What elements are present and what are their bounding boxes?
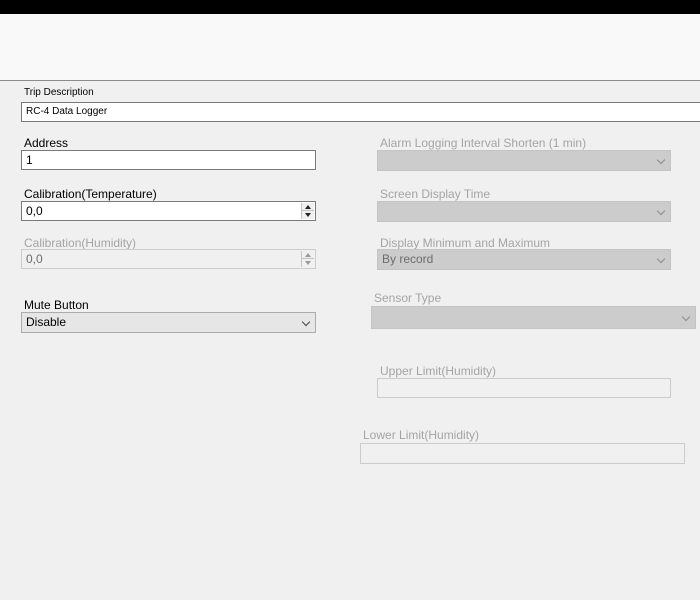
address-input[interactable]: 1 — [21, 150, 316, 170]
spin-down-icon — [302, 259, 314, 267]
header-area — [0, 14, 700, 81]
lower-limit-humidity-input — [360, 443, 685, 464]
calibration-humidity-label: Calibration(Humidity) — [24, 236, 137, 250]
chevron-down-icon — [656, 254, 666, 263]
display-min-max-value: By record — [382, 252, 434, 266]
mute-button-selected-value: Disable — [26, 315, 67, 329]
spin-up-icon — [302, 251, 314, 259]
sensor-type-select — [371, 306, 696, 329]
spin-down-icon[interactable] — [302, 211, 314, 219]
window-title-bar — [0, 0, 700, 14]
chevron-down-icon — [681, 312, 691, 321]
display-min-max-select: By record — [377, 249, 671, 270]
upper-limit-humidity-input — [377, 378, 671, 398]
alarm-logging-interval-select — [377, 150, 671, 171]
screen-display-time-label: Screen Display Time — [380, 187, 491, 201]
chevron-down-icon — [656, 206, 666, 215]
calibration-humidity-stepper: 0,0 — [21, 249, 316, 269]
calibration-temperature-spinner — [301, 203, 314, 219]
upper-limit-humidity-label: Upper Limit(Humidity) — [380, 364, 497, 378]
calibration-temperature-label: Calibration(Temperature) — [24, 187, 157, 201]
address-label: Address — [24, 136, 69, 150]
chevron-down-icon — [301, 317, 311, 326]
calibration-temperature-stepper[interactable]: 0,0 — [21, 201, 316, 221]
lower-limit-humidity-label: Lower Limit(Humidity) — [363, 428, 480, 442]
trip-description-input[interactable]: RC-4 Data Logger — [21, 102, 700, 122]
mute-button-label: Mute Button — [24, 298, 89, 312]
display-min-max-label: Display Minimum and Maximum — [380, 236, 551, 250]
trip-description-label: Trip Description — [24, 87, 94, 98]
calibration-humidity-value: 0,0 — [26, 252, 43, 266]
screen-display-time-select — [377, 201, 671, 222]
chevron-down-icon — [656, 155, 666, 164]
mute-button-select[interactable]: Disable — [21, 312, 316, 333]
calibration-temperature-value: 0,0 — [26, 204, 43, 218]
calibration-humidity-spinner — [301, 251, 314, 267]
spin-up-icon[interactable] — [302, 203, 314, 211]
alarm-logging-interval-label: Alarm Logging Interval Shorten (1 min) — [380, 136, 587, 150]
sensor-type-label: Sensor Type — [374, 291, 442, 305]
